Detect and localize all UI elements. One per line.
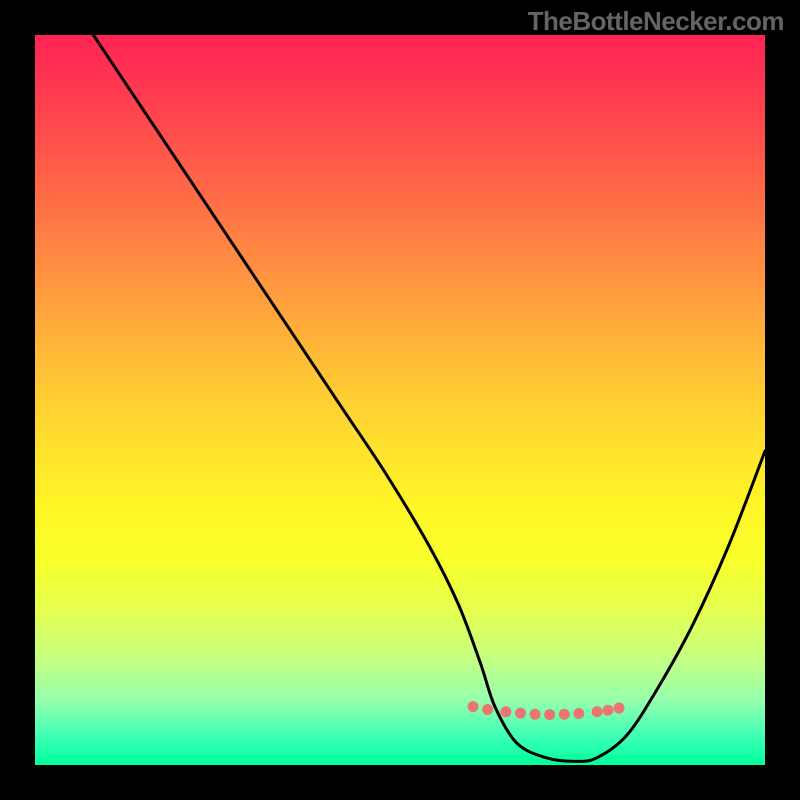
highlight-dot [515, 708, 526, 719]
highlight-dot [603, 705, 614, 716]
highlight-dot [592, 706, 603, 717]
highlight-dot [468, 701, 479, 712]
watermark-text: TheBottleNecker.com [528, 6, 784, 37]
chart-container: TheBottleNecker.com [0, 0, 800, 800]
chart-svg [35, 35, 765, 765]
highlight-dot [482, 704, 493, 715]
highlight-dot [530, 709, 541, 720]
highlight-dots-group [468, 701, 625, 720]
bottleneck-curve-line [93, 35, 765, 761]
plot-area [35, 35, 765, 765]
highlight-dot [500, 706, 511, 717]
highlight-dot [559, 709, 570, 720]
highlight-dot [614, 703, 625, 714]
highlight-dot [573, 708, 584, 719]
highlight-dot [544, 709, 555, 720]
